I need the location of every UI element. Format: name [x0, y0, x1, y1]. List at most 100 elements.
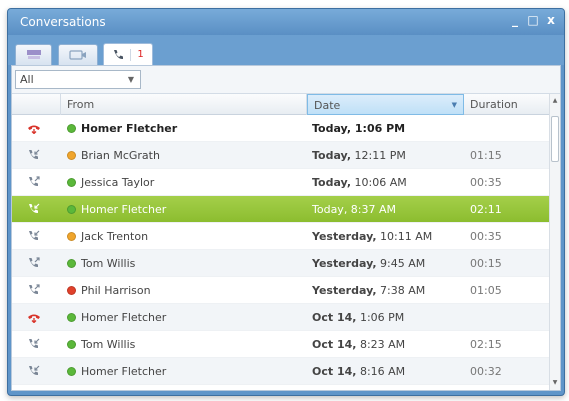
- call-date: Oct 14, 1:06 PM: [312, 304, 404, 331]
- presence-status-icon: [67, 232, 76, 241]
- presence-status-icon: [67, 124, 76, 133]
- header-date-label: Date: [314, 99, 341, 112]
- call-date: Today, 12:11 PM: [312, 142, 406, 169]
- call-date-time: 1:06 PM: [351, 122, 406, 135]
- call-duration: 02:15: [470, 338, 502, 351]
- call-date-time: 10:06 AM: [351, 176, 407, 189]
- presence-status-icon: [67, 151, 76, 160]
- contact-name: Jack Trenton: [81, 230, 149, 243]
- video-icon: [69, 50, 86, 60]
- call-date: Yesterday, 7:38 AM: [312, 277, 425, 304]
- presence-status-icon: [67, 340, 76, 349]
- incoming-call-icon: [24, 358, 44, 385]
- contact-name: Homer Fletcher: [81, 203, 167, 216]
- contact-cell: Phil Harrison: [67, 277, 151, 304]
- call-date: Oct 14, 8:16 AM: [312, 358, 405, 385]
- contact-name: Tom Willis: [81, 257, 136, 270]
- call-row[interactable]: Tom Willis Yesterday, 9:45 AM 00:15: [12, 250, 550, 277]
- incoming-call-icon: [24, 142, 44, 169]
- call-duration: 01:15: [470, 149, 502, 162]
- call-date-time: 1:06 PM: [356, 311, 405, 324]
- call-row[interactable]: Homer Fletcher Today, 8:37 AM 02:11: [12, 196, 550, 223]
- call-date-time: 8:37 AM: [347, 203, 397, 216]
- contact-name: Tom Willis: [81, 338, 136, 351]
- presence-status-icon: [67, 178, 76, 187]
- call-date-day: Oct 14,: [312, 311, 357, 324]
- header-duration[interactable]: Duration: [464, 94, 550, 115]
- contact-cell: Tom Willis: [67, 250, 135, 277]
- header-date[interactable]: Date ▼: [307, 94, 464, 115]
- missed-calls-badge: 1: [130, 48, 144, 61]
- presence-status-icon: [67, 313, 76, 322]
- missed-call-icon: [24, 115, 44, 142]
- call-date-day: Today,: [312, 149, 352, 162]
- contact-cell: Jessica Taylor: [67, 169, 154, 196]
- presence-status-icon: [67, 367, 76, 376]
- contact-cell: Homer Fletcher: [67, 358, 166, 385]
- window-title: Conversations: [20, 15, 106, 29]
- incoming-call-icon: [24, 331, 44, 358]
- call-date: Oct 14, 8:23 AM: [312, 331, 405, 358]
- call-date-day: Yesterday,: [312, 230, 377, 243]
- missed-call-icon: [24, 304, 44, 331]
- call-row[interactable]: Homer Fletcher Oct 14, 1:06 PM: [12, 304, 550, 331]
- call-date-time: 8:23 AM: [356, 338, 406, 351]
- vertical-scrollbar[interactable]: ▲ ▼: [549, 94, 560, 390]
- call-date: Today, 10:06 AM: [312, 169, 407, 196]
- table-header: From Date ▼ Duration: [12, 94, 550, 115]
- call-row[interactable]: Homer Fletcher Oct 14, 8:16 AM 00:32: [12, 358, 550, 385]
- presence-status-icon: [67, 205, 76, 214]
- contact-cell: Homer Fletcher: [67, 115, 177, 142]
- filter-value: All: [20, 73, 34, 86]
- chevron-down-icon: ▼: [127, 75, 134, 84]
- contact-name: Brian McGrath: [81, 149, 160, 162]
- call-date-time: 10:11 AM: [376, 230, 433, 243]
- header-from[interactable]: From: [61, 94, 307, 115]
- contact-name: Phil Harrison: [81, 284, 151, 297]
- call-duration: 00:35: [470, 176, 502, 189]
- scroll-down-icon[interactable]: ▼: [550, 378, 560, 388]
- call-row[interactable]: Jessica Taylor Today, 10:06 AM 00:35: [12, 169, 550, 196]
- chat-icon: [26, 50, 41, 59]
- call-date: Today, 1:06 PM: [312, 115, 405, 142]
- call-duration: 01:05: [470, 284, 502, 297]
- call-date: Today, 8:37 AM: [312, 196, 396, 223]
- close-button[interactable]: x: [544, 12, 558, 28]
- call-row[interactable]: Phil Harrison Yesterday, 7:38 AM 01:05: [12, 277, 550, 304]
- contact-cell: Homer Fletcher: [67, 304, 166, 331]
- call-date: Yesterday, 10:11 AM: [312, 223, 432, 250]
- call-date-day: Yesterday,: [312, 284, 377, 297]
- call-duration: 02:11: [470, 203, 502, 216]
- call-date: Yesterday, 9:45 AM: [312, 250, 425, 277]
- tab-chat[interactable]: [15, 44, 52, 65]
- contact-cell: Homer Fletcher: [67, 196, 166, 223]
- call-date-time: 8:16 AM: [356, 365, 406, 378]
- call-row[interactable]: Tom Willis Oct 14, 8:23 AM 02:15: [12, 331, 550, 358]
- scroll-thumb[interactable]: [551, 116, 559, 162]
- maximize-button[interactable]: □: [526, 12, 540, 28]
- title-bar[interactable]: Conversations _ □ x: [8, 9, 564, 35]
- call-row[interactable]: Homer Fletcher Today, 1:06 PM: [12, 115, 550, 142]
- call-date-time: 9:45 AM: [376, 257, 426, 270]
- contact-cell: Jack Trenton: [67, 223, 148, 250]
- call-date-time: 12:11 PM: [351, 149, 406, 162]
- call-date-day: Yesterday,: [312, 257, 377, 270]
- contact-name: Jessica Taylor: [81, 176, 155, 189]
- outgoing-call-icon: [24, 277, 44, 304]
- incoming-call-icon: [24, 223, 44, 250]
- tab-video[interactable]: [58, 44, 98, 65]
- call-date-time: 7:38 AM: [376, 284, 426, 297]
- header-type[interactable]: [12, 94, 61, 115]
- call-row[interactable]: Brian McGrath Today, 12:11 PM 01:15: [12, 142, 550, 169]
- contact-name: Homer Fletcher: [81, 311, 167, 324]
- minimize-button[interactable]: _: [508, 12, 522, 28]
- tab-bar: 1: [8, 35, 564, 65]
- filter-select[interactable]: All ▼: [15, 70, 141, 89]
- tab-calls[interactable]: 1: [103, 43, 153, 65]
- contact-name: Homer Fletcher: [81, 122, 178, 135]
- call-row[interactable]: Jack Trenton Yesterday, 10:11 AM 00:35: [12, 223, 550, 250]
- call-duration: 00:35: [470, 230, 502, 243]
- conversations-window: Conversations _ □ x 1 All ▼ From Date ▼ …: [7, 8, 565, 396]
- scroll-up-icon[interactable]: ▲: [550, 96, 560, 106]
- call-date-day: Oct 14,: [312, 338, 357, 351]
